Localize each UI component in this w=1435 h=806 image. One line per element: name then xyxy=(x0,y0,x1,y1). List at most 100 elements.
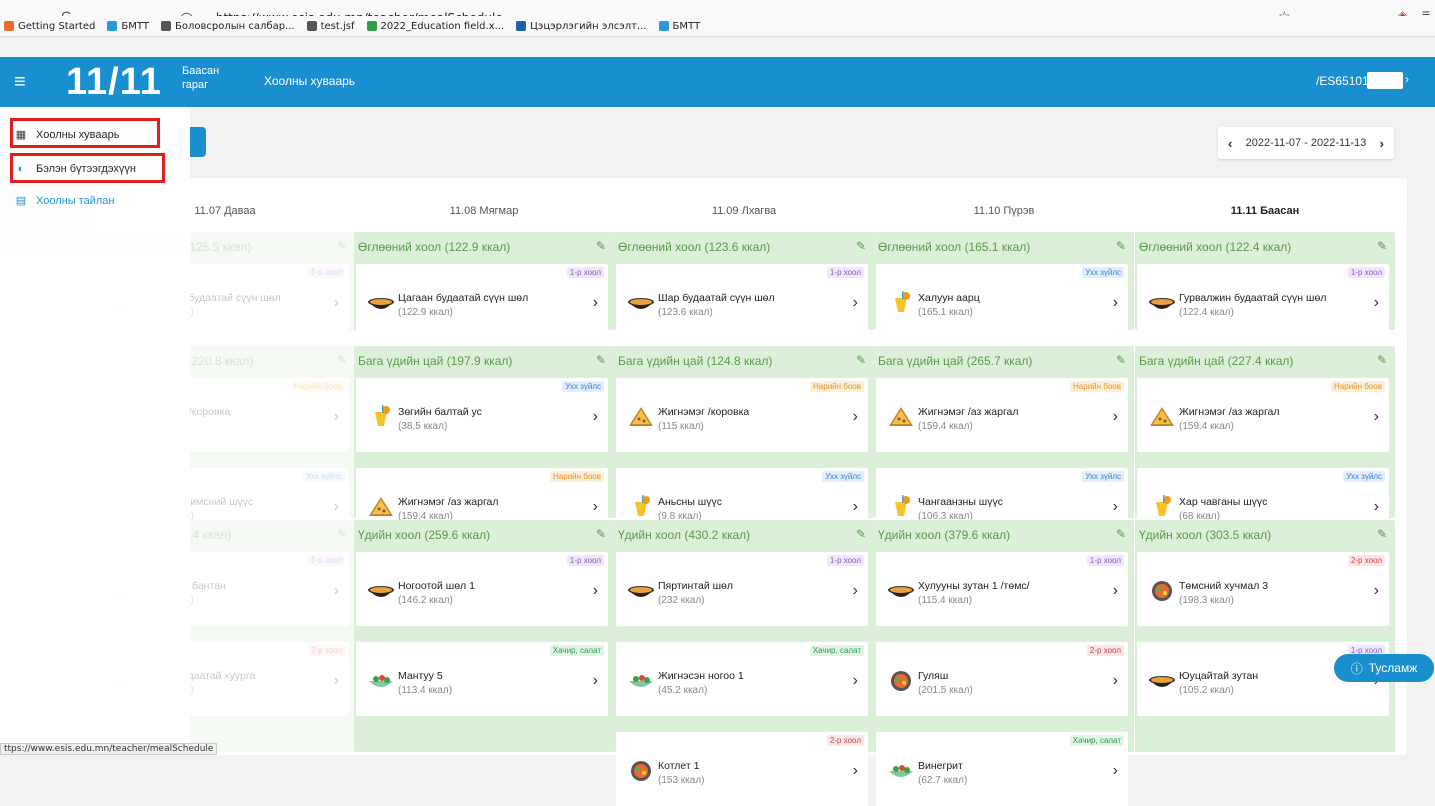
meal-card[interactable]: Хачир, салат Жигнэсэн ногоо 1 (45.2 ккал) › xyxy=(616,642,868,716)
edit-icon[interactable]: ✎ xyxy=(596,353,606,367)
meal-card[interactable]: Нарийн боов Жигнэмэг /аз жаргал (159.4 кка… xyxy=(876,378,1128,452)
juice-icon xyxy=(886,290,916,314)
category-badge: 1-р хоол xyxy=(1347,267,1385,278)
help-button[interactable]: ⓘ Тусламж xyxy=(1334,654,1434,682)
food-name: Халуун аарц xyxy=(918,292,980,304)
edit-icon[interactable]: ✎ xyxy=(856,353,866,367)
chevron-right-icon[interactable]: › xyxy=(853,582,858,600)
food-name: Чангаанзны шүүс xyxy=(918,496,1003,508)
bookmark-item[interactable]: БМТТ xyxy=(107,21,149,32)
edit-icon[interactable]: ✎ xyxy=(337,239,347,253)
chevron-right-icon[interactable]: › xyxy=(334,582,339,600)
category-badge: Ухх зүйлс xyxy=(303,471,345,482)
chevron-right-icon[interactable]: › xyxy=(853,672,858,690)
edit-icon[interactable]: ✎ xyxy=(1377,239,1387,253)
soup-icon xyxy=(626,578,656,602)
chevron-right-icon[interactable]: › xyxy=(1374,582,1379,600)
chevron-right-icon[interactable]: › xyxy=(593,672,598,690)
chevron-right-icon[interactable]: › xyxy=(334,672,339,690)
meal-card[interactable]: Нарийн боов Жигнэмэг /коровка (115 ккал) › xyxy=(616,378,868,452)
chevron-right-icon[interactable]: › xyxy=(1405,72,1409,86)
edit-icon[interactable]: ✎ xyxy=(856,527,866,541)
edit-icon[interactable]: ✎ xyxy=(1116,353,1126,367)
bookmark-item[interactable]: БМТТ xyxy=(658,21,700,32)
chevron-right-icon[interactable]: › xyxy=(334,294,339,312)
meal-section: Өглөөний хоол (123.6 ккал) ✎ 1-р хоол Шар б… xyxy=(614,232,874,338)
meal-card[interactable]: Нарийн боов Жигнэмэг /аз жаргал (159.4 кка… xyxy=(1137,378,1389,452)
meal-card[interactable]: Хачир, салат Винегрит (62.7 ккал) › xyxy=(876,732,1128,806)
day-header: 11.11 Баасан xyxy=(1230,205,1300,217)
globe-icon xyxy=(306,21,317,31)
sidebar-item-meal-report[interactable]: ▤ Хоолны тайлан xyxy=(14,194,115,208)
meal-card[interactable]: 1-р хоол Шар будаатай сүүн шөл (123.6 ккал… xyxy=(616,264,868,338)
cookie-icon xyxy=(1147,404,1177,428)
edit-icon[interactable]: ✎ xyxy=(1377,527,1387,541)
edit-icon[interactable]: ✎ xyxy=(1116,527,1126,541)
chevron-right-icon[interactable]: › xyxy=(853,498,858,516)
chevron-right-icon[interactable]: › xyxy=(853,408,858,426)
user-id[interactable]: /ES65101 xyxy=(1316,74,1369,88)
chevron-right-icon[interactable]: › xyxy=(853,762,858,780)
edit-icon[interactable]: ✎ xyxy=(337,527,347,541)
food-calories: (115 ккал) xyxy=(658,421,704,432)
meal-card[interactable]: Ухх зүйлс Халуун аарц (165.1 ккал) › xyxy=(876,264,1128,338)
edit-icon[interactable]: ✎ xyxy=(1377,353,1387,367)
bookmark-item[interactable]: Боловсролын салбар... xyxy=(161,21,295,32)
chevron-right-icon[interactable]: › xyxy=(334,498,339,516)
chevron-right-icon[interactable]: › xyxy=(1374,498,1379,516)
category-badge: Нарийн боов xyxy=(550,471,604,482)
meal-card[interactable]: 2-р хоол Төмсний хучмал 3 (198.3 ккал) › xyxy=(1137,552,1389,626)
meal-card[interactable]: Ухх зүйлс Зөгийн балтай ус (38.5 ккал) › xyxy=(356,378,608,452)
chevron-right-icon[interactable]: › xyxy=(1380,136,1384,151)
meal-card[interactable]: 2-р хоол Гуляш (201.5 ккал) › xyxy=(876,642,1128,716)
meal-card[interactable]: 1-р хоол Цагаан будаатай сүүн шөл (122.9 к… xyxy=(356,264,608,338)
bookmark-item[interactable]: Цэцэрлэгийн элсэлт... xyxy=(516,21,647,32)
bookmark-item[interactable]: 2022_Education field.x... xyxy=(366,21,504,32)
chevron-right-icon[interactable]: › xyxy=(593,408,598,426)
bookmark-item[interactable]: test.jsf xyxy=(306,21,355,32)
meal-section-title: Үдийн хоол (303.5 ккал) xyxy=(1139,528,1272,542)
meal-section: Бага үдийн цай (227.4 ккал) ✎ Нарийн боов Ж… xyxy=(1135,346,1395,542)
chevron-left-icon[interactable]: ‹ xyxy=(1228,136,1232,151)
edit-icon[interactable]: ✎ xyxy=(596,239,606,253)
chevron-right-icon[interactable]: › xyxy=(593,498,598,516)
meal-section: Үдийн хоол (259.6 ккал) ✎ 1-р хоол Ногоотой… xyxy=(354,520,614,752)
meal-card[interactable]: 1-р хоол Пяртинтай шөл (232 ккал) › xyxy=(616,552,868,626)
meal-section-title: Бага үдийн цай (197.9 ккал) xyxy=(358,354,513,368)
chevron-right-icon[interactable]: › xyxy=(1374,408,1379,426)
page-title: Хоолны хуваарь xyxy=(264,74,356,88)
chevron-right-icon[interactable]: › xyxy=(1374,294,1379,312)
chevron-right-icon[interactable]: › xyxy=(593,294,598,312)
meal-section-title: Үдийн хоол (379.6 ккал) xyxy=(878,528,1011,542)
bookmark-item[interactable]: Getting Started xyxy=(4,21,95,32)
food-name: Жигнэмэг /аз жаргал xyxy=(1179,406,1280,418)
meal-card[interactable]: 1-р хоол Ногоотой шөл 1 (146.2 ккал) › xyxy=(356,552,608,626)
edit-icon[interactable]: ✎ xyxy=(596,527,606,541)
food-name: Юуцайтай зутан xyxy=(1179,670,1259,682)
hamburger-icon[interactable]: ≡ xyxy=(14,71,26,94)
chevron-right-icon[interactable]: › xyxy=(1113,498,1118,516)
food-name: Шар будаатай сүүн шөл xyxy=(658,292,775,304)
chevron-right-icon[interactable]: › xyxy=(334,408,339,426)
add-button[interactable] xyxy=(190,127,206,157)
meal-section-title: Өглөөний хоол (123.6 ккал) xyxy=(618,240,771,254)
chevron-right-icon[interactable]: › xyxy=(1113,294,1118,312)
meal-card[interactable]: Хачир, салат Мантуу 5 (113.4 ккал) › xyxy=(356,642,608,716)
food-name: Хулууны зутан 1 /төмс/ xyxy=(918,580,1030,592)
chevron-right-icon[interactable]: › xyxy=(593,582,598,600)
food-calories: (122.4 ккал) xyxy=(1179,307,1234,318)
category-badge: 2-р хоол xyxy=(307,645,345,656)
chevron-right-icon[interactable]: › xyxy=(1113,672,1118,690)
juice-icon xyxy=(366,404,396,428)
category-badge: Нарийн боов xyxy=(1331,381,1385,392)
chevron-right-icon[interactable]: › xyxy=(1113,582,1118,600)
edit-icon[interactable]: ✎ xyxy=(856,239,866,253)
chevron-right-icon[interactable]: › xyxy=(1113,408,1118,426)
chevron-right-icon[interactable]: › xyxy=(853,294,858,312)
meal-card[interactable]: 1-р хоол Хулууны зутан 1 /төмс/ (115.4 кка… xyxy=(876,552,1128,626)
meal-card[interactable]: 1-р хоол Гурвалжин будаатай сүүн шөл (122.… xyxy=(1137,264,1389,338)
edit-icon[interactable]: ✎ xyxy=(337,353,347,367)
edit-icon[interactable]: ✎ xyxy=(1116,239,1126,253)
chevron-right-icon[interactable]: › xyxy=(1113,762,1118,780)
meal-card[interactable]: 2-р хоол Котлет 1 (153 ккал) › xyxy=(616,732,868,806)
